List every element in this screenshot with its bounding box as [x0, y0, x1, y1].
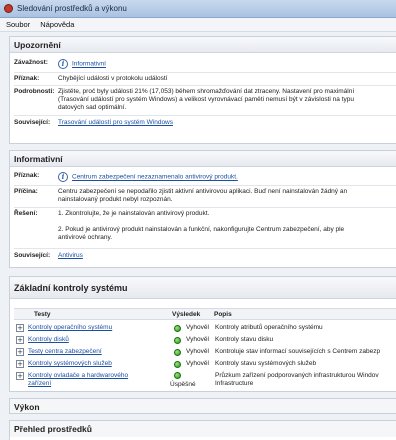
test-desc: Kontroly stavu systémových služeb: [215, 360, 317, 367]
severity-value: i Informativní: [58, 59, 106, 69]
divider: [14, 72, 396, 73]
test-desc: Kontroly stavu disku: [215, 336, 274, 343]
menu-file[interactable]: Soubor: [6, 20, 30, 29]
test-link[interactable]: Kontroly disků: [28, 336, 69, 343]
solution-label: Řešení:: [14, 210, 38, 217]
test-result: Vyhověl: [186, 360, 209, 367]
test-desc: Kontroly atributů operačního systému: [215, 324, 323, 331]
info-related-label: Související:: [14, 252, 51, 259]
expand-icon[interactable]: +: [16, 324, 24, 332]
divider: [14, 115, 396, 116]
test-result: Vyhověl: [186, 336, 209, 343]
pass-icon: [174, 372, 181, 379]
window-title: Sledování prostředků a výkonu: [17, 4, 127, 13]
solution-line: 1. Zkontrolujte, že je nainstalován anti…: [58, 210, 210, 217]
test-link-line: Kontroly ovladače a hardwarového: [28, 372, 129, 379]
test-desc: Kontroluje stav informací souvisejících …: [215, 348, 381, 355]
details-value: Zjistěte, proč byly události 21% (17,053…: [58, 88, 354, 112]
pass-icon: [174, 337, 181, 344]
solution-line: 2. Pokud je antivirový produkt nainstalo…: [58, 226, 345, 233]
divider: [14, 207, 396, 208]
basic-checks-section: Základní kontroly systému Testy Výsledek…: [9, 276, 396, 392]
resources-section: Přehled prostředků: [9, 420, 396, 440]
col-tests[interactable]: Testy: [34, 311, 51, 318]
info-symptom-row: Příznak: i Centrum zabezpečení nezaznamen…: [14, 172, 396, 182]
antivirus-link[interactable]: Antivirus: [58, 252, 83, 260]
info-symptom-value: i Centrum zabezpečení nezaznamenalo antiv…: [58, 172, 238, 182]
test-link[interactable]: Kontroly systémových služeb: [28, 360, 112, 367]
test-link[interactable]: Kontroly operačního systému: [28, 324, 112, 331]
title-bar: Sledování prostředků a výkonu: [0, 0, 396, 18]
warnings-section: Upozornění Závažnost: i Informativní Příz…: [9, 36, 396, 144]
info-icon: i: [58, 59, 68, 69]
pass-icon: [174, 325, 181, 332]
details-label: Podrobnosti:: [14, 88, 55, 95]
related-label: Související:: [14, 119, 51, 126]
col-desc[interactable]: Popis: [214, 311, 232, 318]
app-icon: [4, 4, 13, 13]
divider: [14, 85, 396, 86]
report-content: Upozornění Závažnost: i Informativní Příz…: [0, 32, 396, 440]
solution-value: 1. Zkontrolujte, že je nainstalován anti…: [58, 210, 344, 242]
severity-link[interactable]: Informativní: [72, 61, 106, 68]
test-desc: Průzkum zařízení podporovaných infrastru…: [215, 372, 379, 388]
severity-row: Závažnost: i Informativní: [14, 59, 396, 69]
performance-section: Výkon: [9, 398, 396, 414]
table-row: + Kontroly ovladače a hardwarového zaříz…: [14, 371, 396, 391]
menu-bar: Soubor Nápověda: [0, 18, 396, 32]
expand-icon[interactable]: +: [16, 372, 24, 380]
info-symptom-link[interactable]: Centrum zabezpečení nezaznamenalo antivi…: [72, 174, 238, 181]
severity-label: Závažnost:: [14, 59, 48, 66]
test-result: Vyhověl: [186, 348, 209, 355]
informative-section: Informativní Příznak: i Centrum zabezpeče…: [9, 150, 396, 268]
menu-help[interactable]: Nápověda: [40, 20, 74, 29]
checks-table-header: Testy Výsledek Popis: [14, 308, 396, 320]
symptom-label: Příznak:: [14, 75, 40, 82]
pass-icon: [174, 349, 181, 356]
pass-icon: [174, 361, 181, 368]
test-link[interactable]: Kontroly ovladače a hardwarového zařízen…: [28, 372, 128, 388]
info-icon: i: [58, 172, 68, 182]
divider: [14, 185, 396, 186]
warnings-heading[interactable]: Upozornění: [10, 37, 396, 53]
details-line: Zjistěte, proč byly události 21% (17,053…: [58, 88, 355, 95]
test-result: Úspěšné: [170, 381, 196, 388]
symptom-value: Chybějící události v protokolu událostí: [58, 75, 168, 82]
test-link[interactable]: Testy centra zabezpečení: [28, 348, 102, 355]
solution-line: antivirové ochrany.: [58, 234, 113, 241]
symptom-row: Příznak: Chybějící události v protokolu …: [14, 75, 396, 83]
cause-row: Příčina: Centru zabezpečení se nepodařil…: [14, 188, 396, 204]
info-symptom-label: Příznak:: [14, 172, 40, 179]
test-desc-line: Infrastructure: [215, 380, 254, 387]
performance-heading[interactable]: Výkon: [10, 399, 396, 413]
expand-icon[interactable]: +: [16, 360, 24, 368]
basic-checks-heading[interactable]: Základní kontroly systému: [10, 277, 396, 299]
related-link[interactable]: Trasování událostí pro systém Windows: [58, 119, 173, 127]
expand-icon[interactable]: +: [16, 348, 24, 356]
details-line: datových sad optimální.: [58, 104, 127, 111]
related-row: Související: Trasování událostí pro syst…: [14, 119, 396, 127]
expand-icon[interactable]: +: [16, 336, 24, 344]
info-related-row: Související: Antivirus: [14, 252, 396, 260]
divider: [14, 248, 396, 249]
col-result[interactable]: Výsledek: [172, 311, 200, 318]
test-result: Vyhověl: [186, 324, 209, 331]
resources-heading[interactable]: Přehled prostředků: [10, 421, 396, 437]
test-link-line: zařízení: [28, 380, 52, 387]
cause-label: Příčina:: [14, 188, 38, 195]
cause-line: Centru zabezpečení se nepodařilo zjistit…: [58, 188, 348, 195]
details-line: (Trasování událostí pro systém Windows) …: [58, 96, 354, 103]
test-desc-line: Průzkum zařízení podporovaných infrastru…: [215, 372, 379, 379]
details-row: Podrobnosti: Zjistěte, proč byly událost…: [14, 88, 396, 112]
cause-value: Centru zabezpečení se nepodařilo zjistit…: [58, 188, 347, 204]
informative-heading[interactable]: Informativní: [10, 151, 396, 167]
solution-row: Řešení: 1. Zkontrolujte, že je nainstalo…: [14, 210, 396, 242]
cause-line: nainstalovaný produkt nebyl rozpoznán.: [58, 196, 173, 203]
